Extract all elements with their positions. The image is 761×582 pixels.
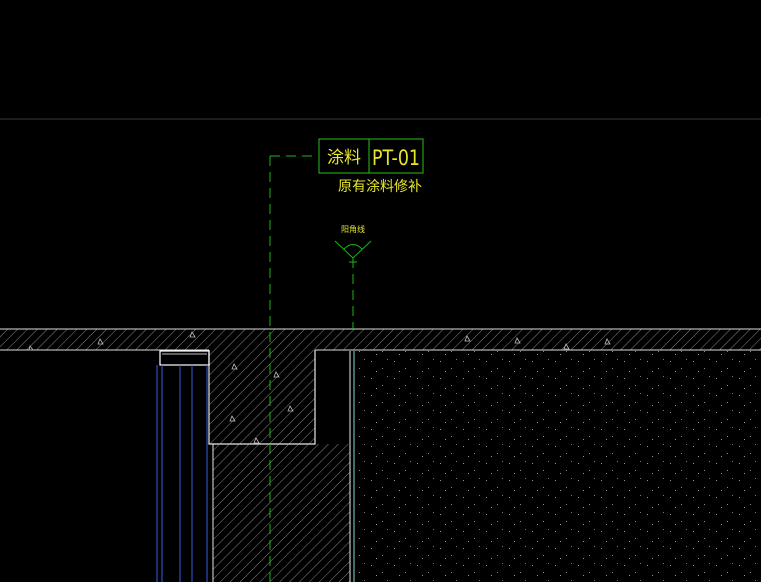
concrete-fill xyxy=(355,351,761,582)
bulkhead xyxy=(208,350,316,445)
tag-code-text: PT-01 xyxy=(372,146,420,170)
ceiling-slab xyxy=(0,328,761,351)
angle-label-text: 阳角线 xyxy=(341,224,365,234)
angle-marker xyxy=(334,240,372,329)
cad-drawing-canvas: 涂料 PT-01 原有涂料修补 阳角线 xyxy=(0,118,761,582)
tag-material-text: 涂料 xyxy=(327,148,361,168)
material-tag: 涂料 PT-01 原有涂料修补 xyxy=(318,138,424,195)
window-frame xyxy=(156,350,210,582)
tag-note-text: 原有涂料修补 xyxy=(338,179,422,195)
